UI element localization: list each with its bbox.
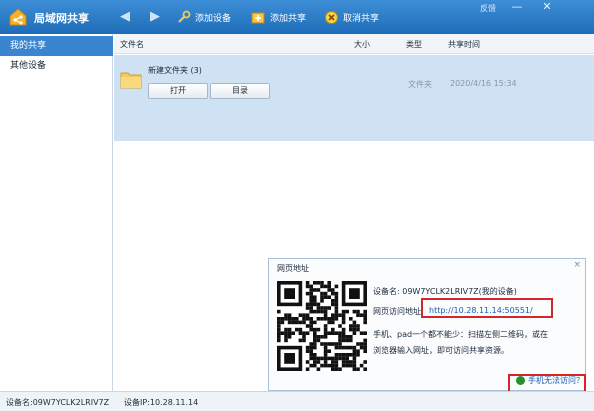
add-share-label: 添加共享 bbox=[270, 13, 307, 24]
url-highlight-box bbox=[421, 298, 553, 318]
minimize-button[interactable]: — bbox=[508, 1, 526, 15]
cancel-share-icon bbox=[325, 10, 338, 24]
column-header-row: 文件名 大小 类型 共享时间 bbox=[114, 34, 594, 54]
folder-icon bbox=[120, 72, 142, 89]
back-arrow-icon[interactable]: ◀ bbox=[120, 9, 130, 24]
column-type[interactable]: 类型 bbox=[406, 39, 422, 50]
app-title: 局域网共享 bbox=[34, 12, 89, 25]
device-name-text: 设备名: 09W7YCLK2LRIV7Z(我的设备) bbox=[373, 287, 517, 296]
cancel-share-label: 取消共享 bbox=[343, 13, 380, 24]
status-device-name: 设备名:09W7YCLK2LRIV7Z bbox=[6, 398, 110, 407]
sidebar-item-other-devices[interactable]: 其他设备 bbox=[0, 56, 113, 76]
status-bar: 设备名:09W7YCLK2LRIV7Z 设备IP:10.28.11.14 bbox=[0, 391, 594, 411]
add-share-button[interactable]: 添加共享 bbox=[251, 7, 306, 27]
description-line-1: 手机、pad一个都不能少：扫描左侧二维码，或在 bbox=[373, 330, 549, 339]
description-line-2: 浏览器输入网址，即可访问共享资源。 bbox=[373, 346, 509, 355]
close-window-button[interactable]: ✕ bbox=[538, 1, 556, 15]
column-time[interactable]: 共享时间 bbox=[448, 39, 480, 50]
feedback-link[interactable]: 反馈 bbox=[480, 3, 496, 14]
qr-code bbox=[277, 281, 367, 371]
add-device-label: 添加设备 bbox=[195, 13, 232, 24]
url-label: 网页访问地址: bbox=[373, 307, 424, 316]
popup-title: 网页地址 bbox=[277, 264, 309, 273]
cancel-share-button[interactable]: 取消共享 bbox=[324, 7, 379, 27]
status-device-ip: 设备IP:10.28.11.14 bbox=[124, 398, 199, 407]
table-row[interactable]: 新建文件夹 (3) 文件夹 2020/4/16 15:34 打开 目录 bbox=[114, 55, 594, 141]
column-size[interactable]: 大小 bbox=[354, 39, 370, 50]
column-name[interactable]: 文件名 bbox=[120, 39, 144, 50]
add-share-icon bbox=[251, 12, 265, 23]
web-address-popup: 网页地址 × 设备名: 09W7YCLK2LRIV7Z(我的设备) 网页访问地址… bbox=[268, 258, 586, 391]
row-file-type: 文件夹 bbox=[408, 80, 432, 89]
close-icon[interactable]: × bbox=[573, 260, 581, 270]
row-file-name: 新建文件夹 (3) bbox=[148, 66, 202, 75]
sidebar-item-my-share[interactable]: 我的共享 bbox=[0, 36, 113, 56]
forward-arrow-icon[interactable]: ▶ bbox=[150, 9, 160, 24]
add-device-icon bbox=[178, 10, 191, 23]
sidebar: 我的共享 其他设备 bbox=[0, 34, 113, 391]
row-share-time: 2020/4/16 15:34 bbox=[450, 79, 517, 88]
add-device-button[interactable]: 添加设备 bbox=[176, 7, 231, 27]
title-bar: 局域网共享 ◀ ▶ 添加设备 添加共享 取消共享 反馈 — ✕ bbox=[0, 0, 594, 34]
open-button[interactable]: 打开 bbox=[148, 83, 208, 99]
app-logo-icon bbox=[9, 8, 27, 26]
directory-button[interactable]: 目录 bbox=[210, 83, 270, 99]
